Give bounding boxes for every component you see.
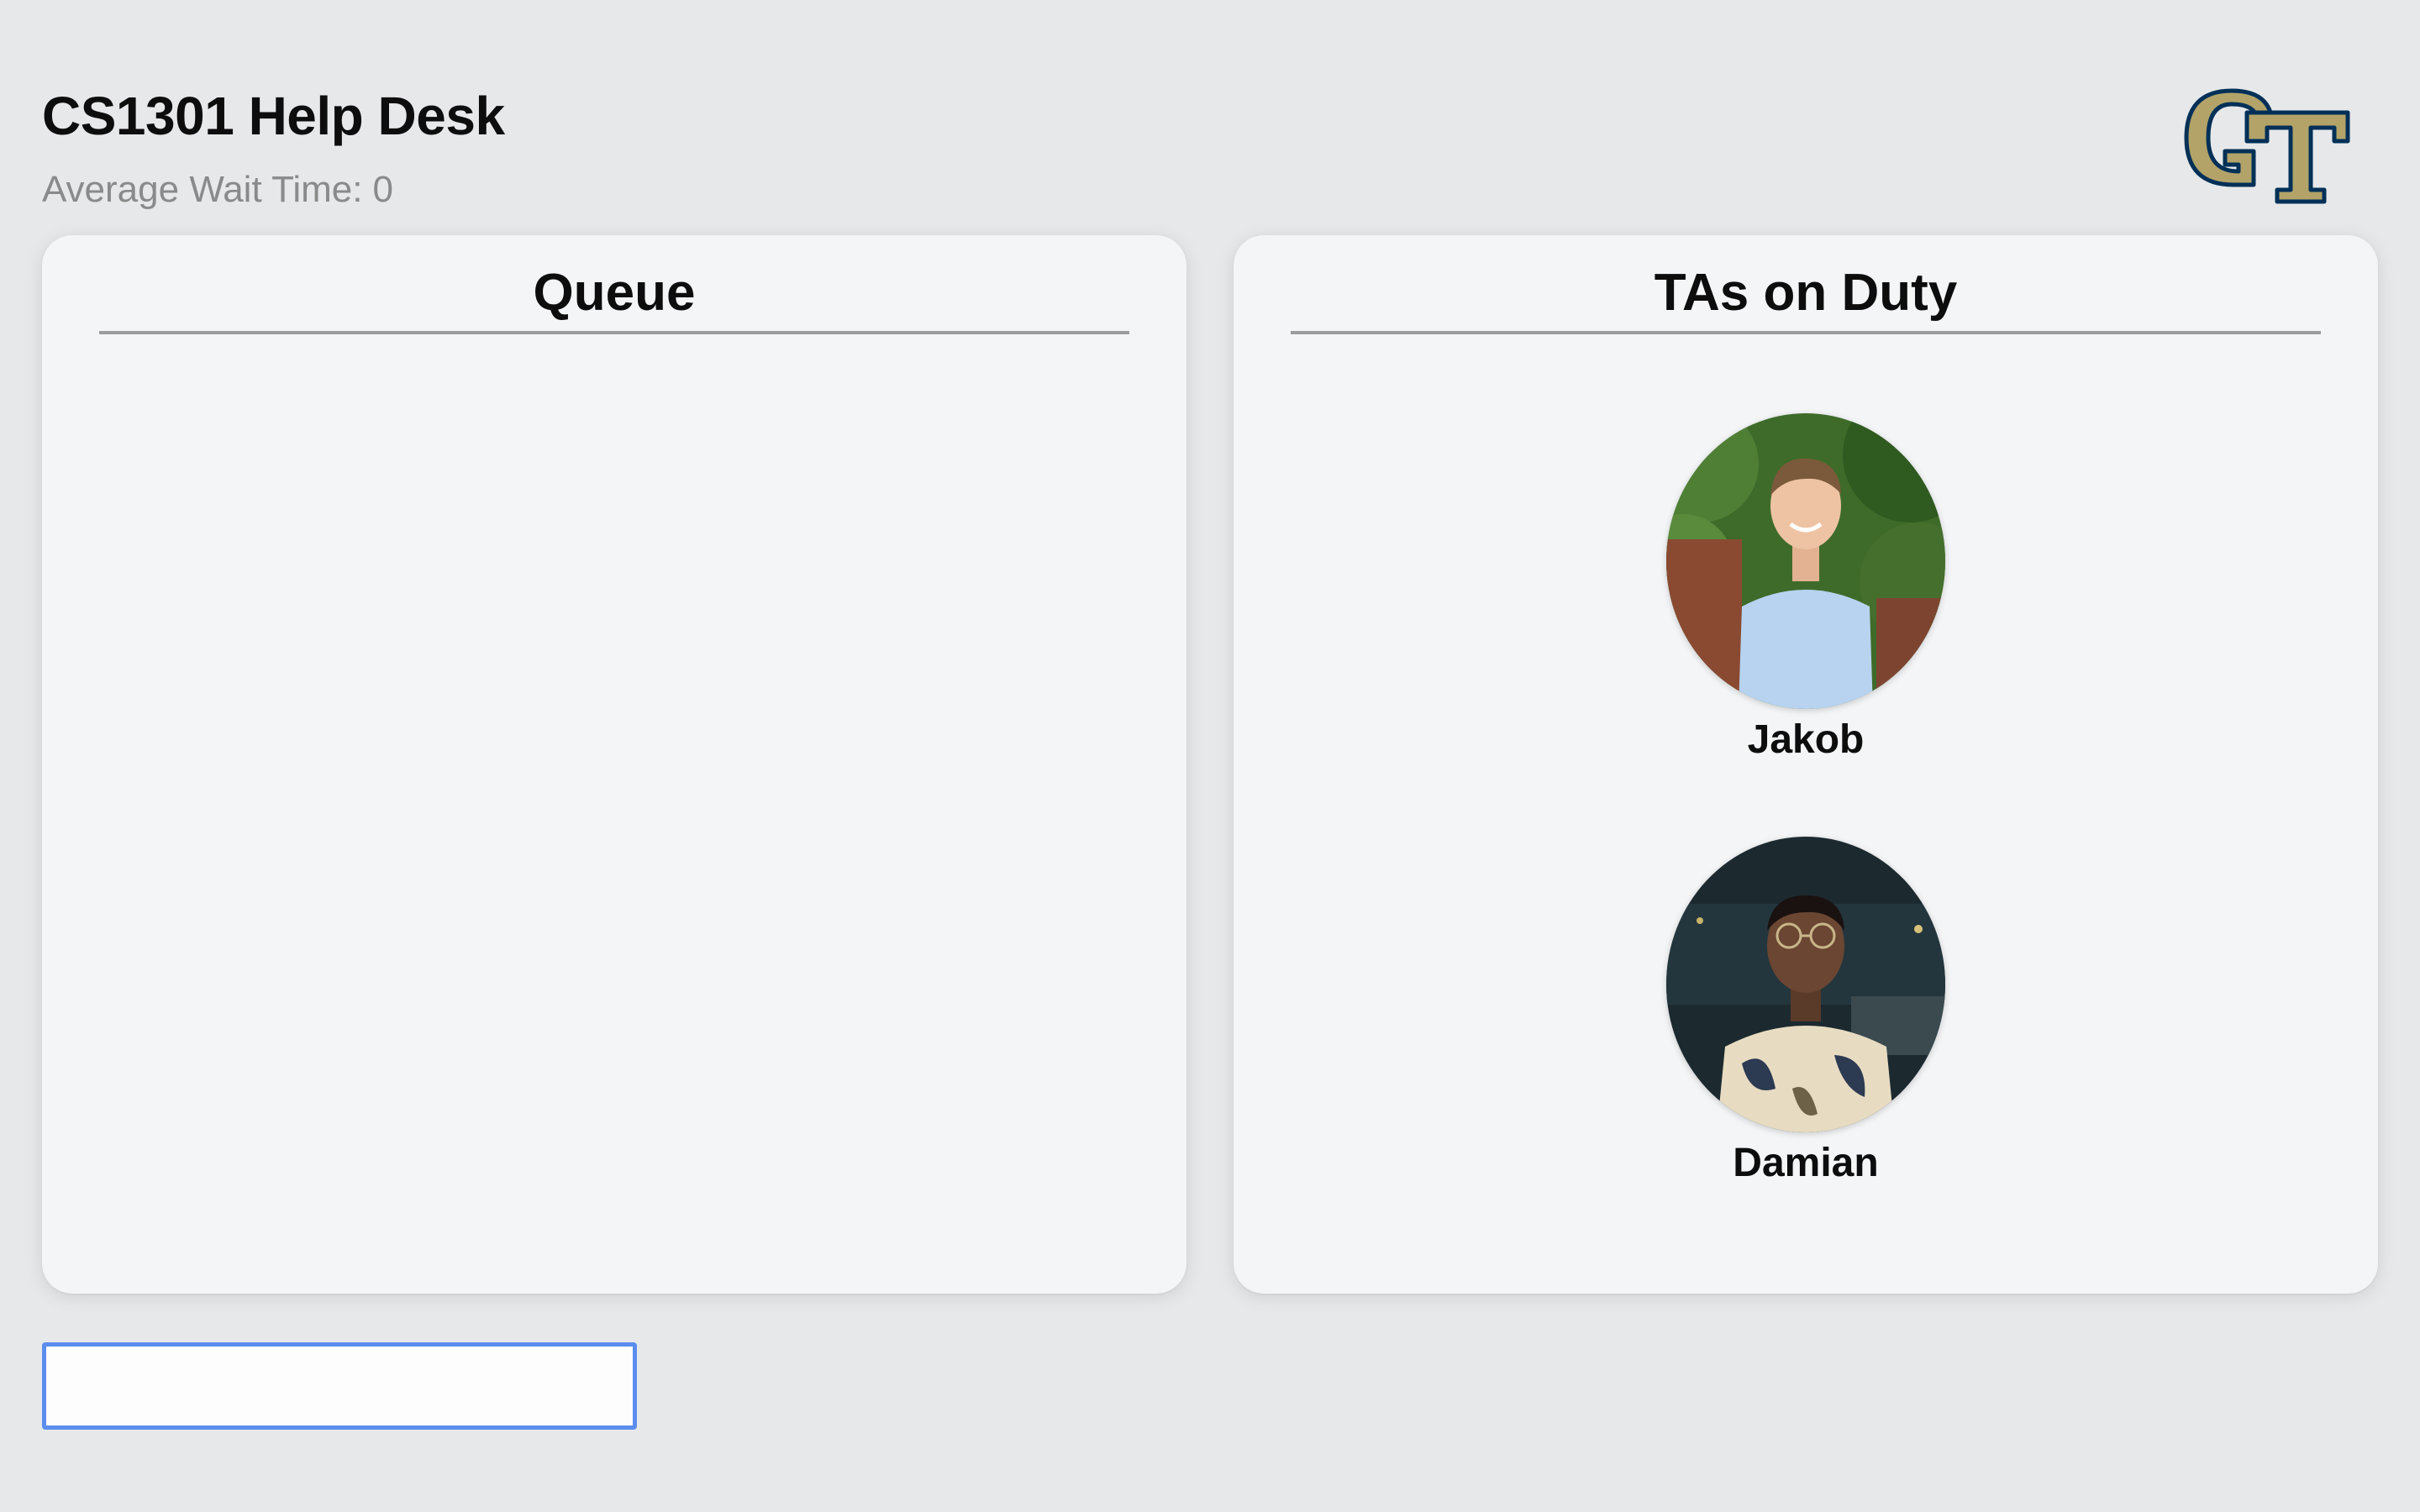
tas-heading: TAs on Duty	[1291, 255, 2321, 334]
wait-time-label: Average Wait Time:	[42, 169, 363, 210]
queue-name-input[interactable]	[42, 1342, 637, 1430]
ta-name: Jakob	[1747, 717, 1865, 762]
average-wait-time: Average Wait Time: 0	[42, 168, 393, 213]
queue-heading: Queue	[99, 255, 1129, 334]
tas-on-duty-panel: TAs on Duty Jakob Damian	[1234, 235, 2378, 1294]
page-title: CS1301 Help Desk	[42, 86, 505, 146]
ta-avatar	[1666, 837, 1945, 1132]
ta-name: Damian	[1733, 1141, 1879, 1185]
ta-avatar	[1666, 413, 1945, 709]
wait-time-value: 0	[372, 169, 393, 210]
ta-card-damian: Damian	[1234, 837, 2378, 1188]
queue-panel: Queue	[42, 235, 1186, 1294]
ta-card-jakob: Jakob	[1234, 413, 2378, 764]
gt-logo	[2176, 81, 2356, 207]
